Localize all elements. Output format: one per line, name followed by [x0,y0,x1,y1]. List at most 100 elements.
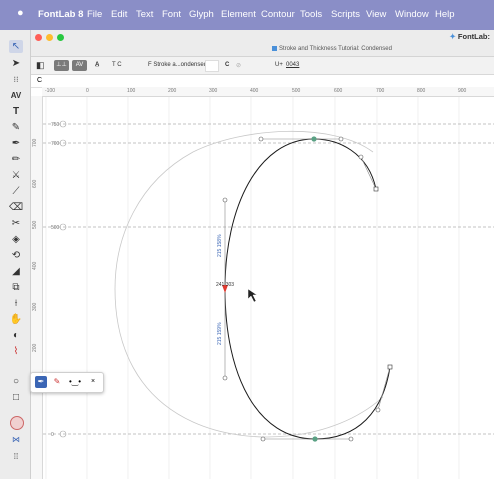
link-icon[interactable]: ⊘ [236,62,241,69]
text-icon[interactable]: T [9,105,23,118]
menu-file[interactable]: File [87,9,102,20]
handle-points[interactable] [222,136,381,442]
glyph-contour-c[interactable] [224,138,391,440]
vertical-ruler[interactable]: 700 600 500 400 300 200 100 [30,96,43,479]
menu-font[interactable]: Font [162,9,181,20]
bezier-handles [224,138,391,440]
apple-menu-icon[interactable]: ● [17,7,24,19]
guide-label: 0 [51,432,54,438]
menu-edit[interactable]: Edit [111,9,127,20]
glyph-toolbar: ◧ ⊥⊥ AV A̲ T C F Stroke a...ondensed C ⊘… [30,57,494,75]
metrics-mode-button[interactable]: ⊥⊥ [54,60,69,71]
rapidograph-icon[interactable]: ⟋ [9,185,23,198]
window-titlebar: ✦ FontLab: Stroke and Thickness Tutorial… [30,30,494,57]
ruler-tick-label: 100 [127,88,136,94]
horizontal-ruler[interactable]: -100 0 100 200 300 400 500 600 700 800 9… [42,87,494,97]
pen-blue-icon[interactable]: ✒ [35,376,47,388]
ruler-tick-label: -100 [45,88,56,94]
close-icon[interactable]: × [87,376,99,388]
menu-tools[interactable]: Tools [300,9,322,20]
handle-point[interactable] [258,136,264,142]
contour-arrow-icon[interactable]: ➤ [9,57,23,70]
handle-point[interactable] [358,154,364,160]
color-swatch-icon[interactable] [10,416,24,430]
handle-point[interactable] [348,436,354,442]
lower-handle-label: 215 159% [217,322,223,345]
kerning-glyphs-icon[interactable]: A̲ [95,62,99,68]
handle-point[interactable] [222,375,228,381]
menu-fontlab[interactable]: FontLab 8 [38,9,83,20]
node-top[interactable] [311,136,317,142]
node-bottom[interactable] [312,436,318,442]
scale-icon[interactable]: ⧉ [9,281,23,294]
unicode-value[interactable]: 0043 [286,62,299,68]
corner-icon[interactable]: ◢ [9,265,23,278]
vertical-grid [45,97,460,479]
ruler-tick-label: 500 [292,88,301,94]
menu-window[interactable]: Window [395,9,429,20]
close-window-button[interactable] [35,34,42,41]
ruler-tick-label: 0 [86,88,89,94]
guide-label: 700 [51,141,60,147]
rotate-icon[interactable]: ⟲ [9,249,23,262]
fill-icon[interactable]: ◈ [9,233,23,246]
eraser-icon[interactable]: ⌫ [9,201,23,214]
glyph-canvas-svg[interactable]: 750 700 500 0 215 158% 215 159% 241 303 [43,97,494,479]
pencil-icon[interactable]: ✏ [9,153,23,166]
handle-point[interactable] [338,136,344,142]
handle-point[interactable] [222,197,228,203]
ruler-tick-label: 300 [209,88,218,94]
menu-glyph[interactable]: Glyph [189,9,214,20]
menu-help[interactable]: Help [435,9,455,20]
minimize-window-button[interactable] [46,34,53,41]
rectangle-icon[interactable]: □ [9,391,23,404]
tool-options-popover: ✒ ✎ •‿• × [30,372,104,393]
sidebar-toggle-icon[interactable]: ◧ [36,60,45,71]
cursor-arrow-icon[interactable]: ↖ [9,40,23,53]
variations-icon[interactable]: ⋈ [9,433,23,446]
mouse-cursor-icon [247,288,258,303]
menu-text[interactable]: Text [136,9,153,20]
guide-label: 500 [51,225,60,231]
font-selector[interactable]: F Stroke a...ondensed [148,62,207,68]
ruler-tick-label: 600 [334,88,343,94]
ruler-tick-label: 600 [32,179,38,188]
measure-icon[interactable]: ⟊ [9,297,23,310]
node-upper-terminal[interactable] [373,186,379,192]
ruler-tick-label: 700 [376,88,385,94]
text-kerning-icon[interactable]: AV [9,89,23,102]
menu-contour[interactable]: Contour [261,9,295,20]
nodes-icon[interactable]: •‿• [69,376,81,388]
pen-icon[interactable]: ✒ [9,137,23,150]
ellipse-icon[interactable]: ○ [9,375,23,388]
glyph-canvas[interactable]: 750 700 500 0 215 158% 215 159% 241 303 [43,97,494,479]
menu-scripts[interactable]: Scripts [331,9,360,20]
glyph-text[interactable]: C [37,77,42,84]
kerning-mode-button[interactable]: AV [72,60,87,71]
node-coordinate-readout: 241 303 [216,282,234,288]
grid-icon[interactable]: ⁞⁞ [9,450,23,463]
scissors-icon[interactable]: ✂ [9,217,23,230]
ruler-tick-label: 700 [32,138,38,147]
glyph-name[interactable]: C [225,62,229,68]
handle-point[interactable] [260,436,266,442]
zoom-window-button[interactable] [57,34,64,41]
menu-element[interactable]: Element [221,9,256,20]
document-title: Stroke and Thickness Tutorial: Condensed [272,46,392,52]
kerning-pair[interactable]: T C [112,62,122,68]
ruler-tick-label: 300 [32,302,38,311]
pen-variant-icon[interactable]: ✎ [51,376,63,388]
knife-icon[interactable]: ⚔ [9,169,23,182]
menu-view[interactable]: View [366,9,386,20]
node-select-icon[interactable]: ⁝⁝ [9,73,23,86]
metric-guides[interactable] [43,123,494,435]
brush-icon[interactable]: ✎ [9,121,23,134]
ruler-tick-label: 200 [32,343,38,352]
eyedropper-icon[interactable]: ⌇ [9,345,23,358]
zoom-icon[interactable]: ◐ [9,329,23,342]
handle-point[interactable] [375,407,381,413]
node-lower-terminal[interactable] [387,364,393,370]
ruler-tick-label: 900 [458,88,467,94]
hand-icon[interactable]: ✋ [9,313,23,326]
ruler-tick-label: 400 [250,88,259,94]
